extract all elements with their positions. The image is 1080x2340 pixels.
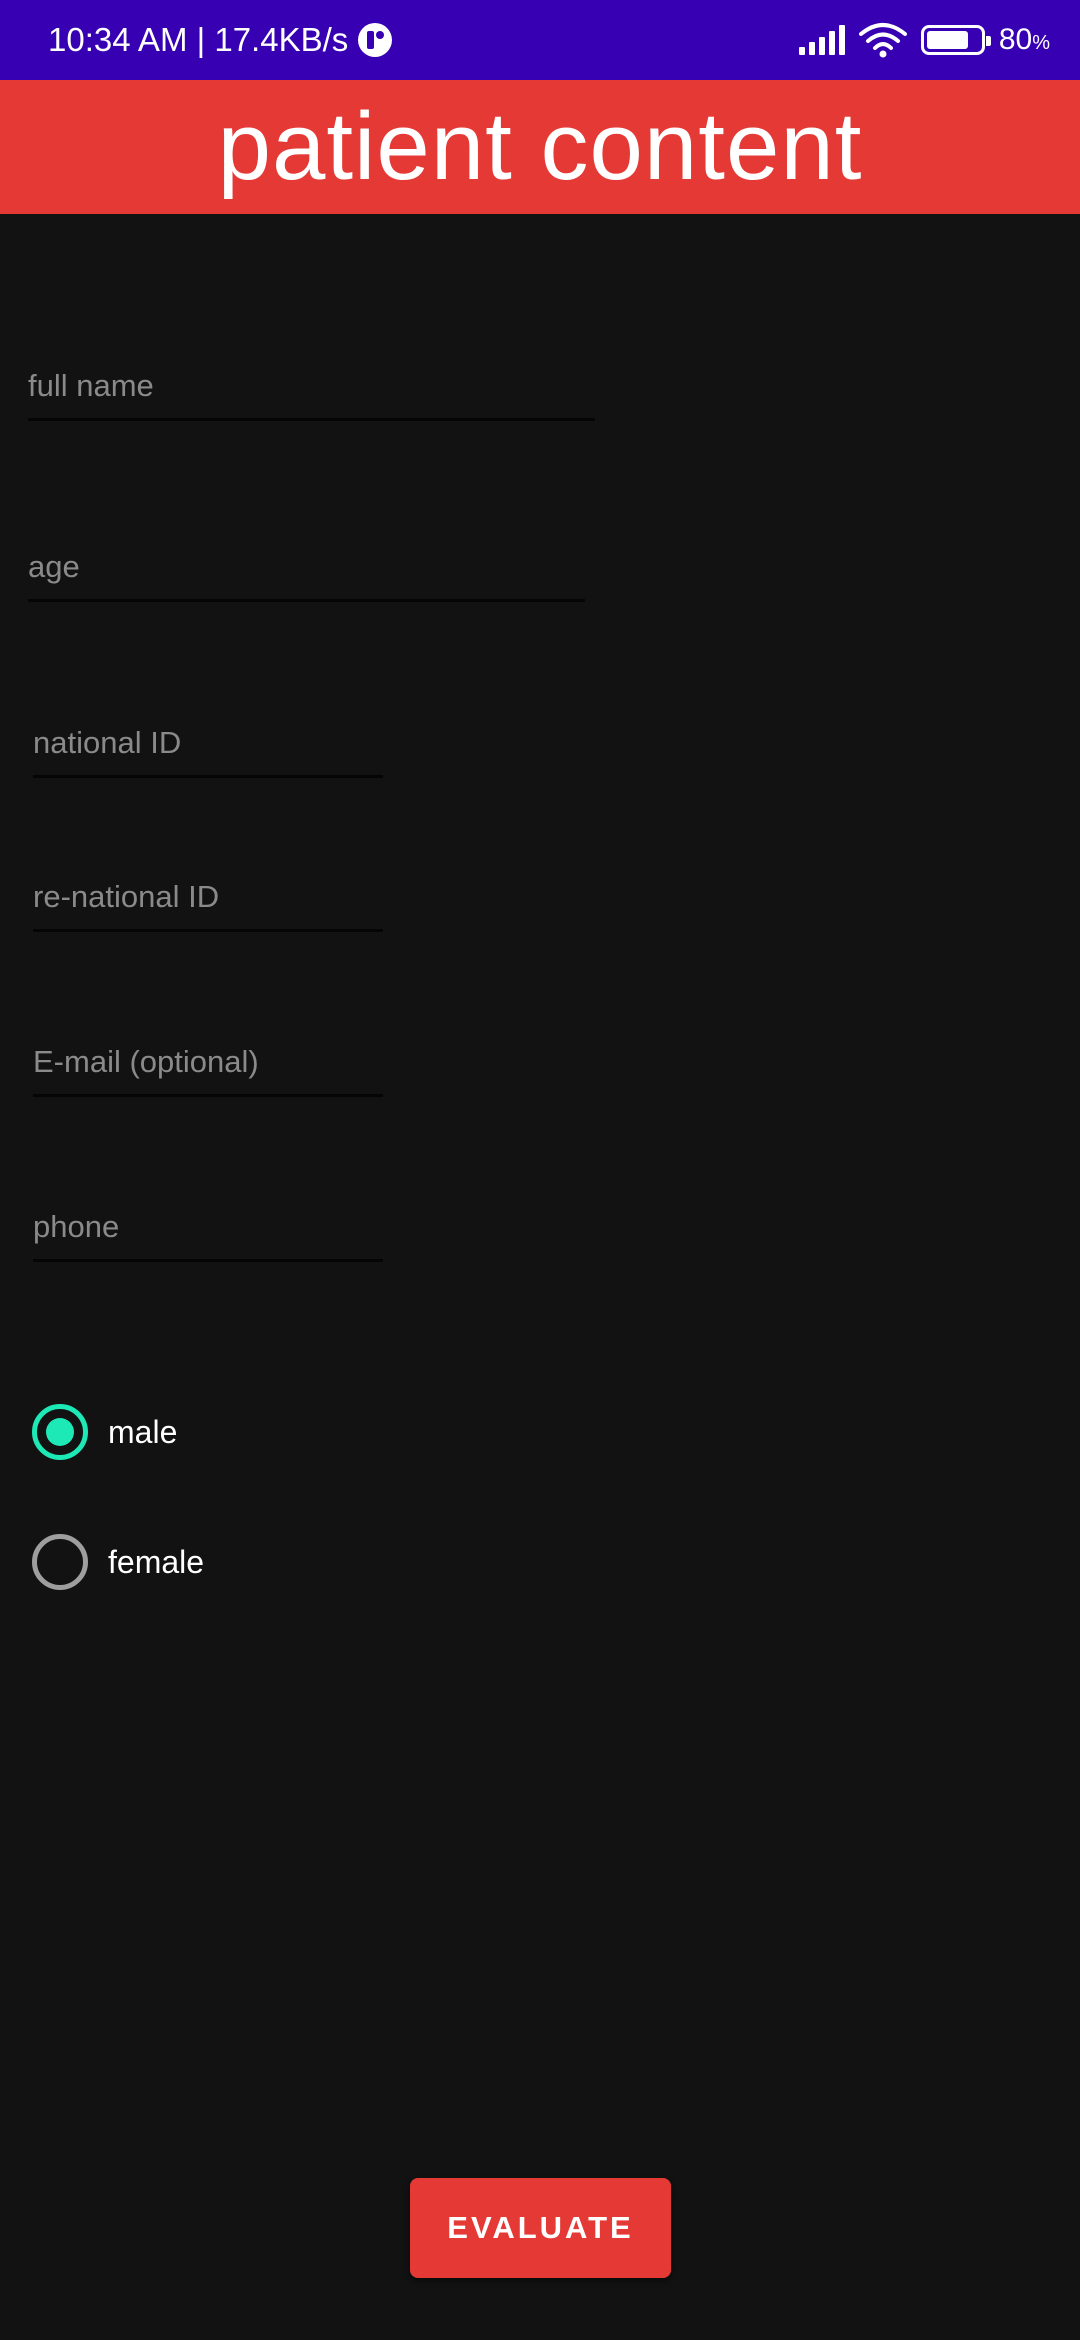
battery-icon bbox=[920, 25, 991, 55]
email-input[interactable] bbox=[33, 1044, 383, 1097]
phone-input[interactable] bbox=[33, 1209, 383, 1262]
app-bar: patient content bbox=[0, 80, 1080, 214]
male-label: male bbox=[108, 1413, 178, 1450]
evaluate-button[interactable]: EVALUATE bbox=[410, 2178, 671, 2278]
battery-pct-sign: % bbox=[1032, 32, 1050, 54]
signal-icon bbox=[798, 25, 845, 55]
gender-option-male[interactable]: male bbox=[32, 1404, 177, 1460]
national-id-input[interactable] bbox=[33, 725, 383, 778]
age-input[interactable] bbox=[28, 549, 585, 602]
female-label: female bbox=[108, 1543, 205, 1580]
status-time-speed: 10:34 AM | 17.4KB/s bbox=[48, 21, 349, 58]
app-notification-icon bbox=[358, 23, 393, 57]
wifi-icon bbox=[858, 23, 907, 58]
battery-percentage: 80% bbox=[999, 23, 1050, 57]
status-left: 10:34 AM | 17.4KB/s bbox=[48, 21, 393, 59]
battery-value: 80 bbox=[998, 23, 1033, 56]
male-radio[interactable] bbox=[32, 1404, 88, 1460]
gender-option-female[interactable]: female bbox=[32, 1534, 204, 1590]
full-name-input[interactable] bbox=[28, 368, 595, 421]
re-national-id-input[interactable] bbox=[33, 879, 383, 932]
female-radio[interactable] bbox=[32, 1534, 88, 1590]
status-right: 80% bbox=[798, 22, 1050, 58]
page-title: patient content bbox=[217, 93, 863, 200]
status-bar: 10:34 AM | 17.4KB/s 80% bbox=[0, 0, 1080, 80]
battery-fill bbox=[926, 31, 969, 49]
screen: 10:34 AM | 17.4KB/s 80% patient content bbox=[0, 0, 1080, 2340]
